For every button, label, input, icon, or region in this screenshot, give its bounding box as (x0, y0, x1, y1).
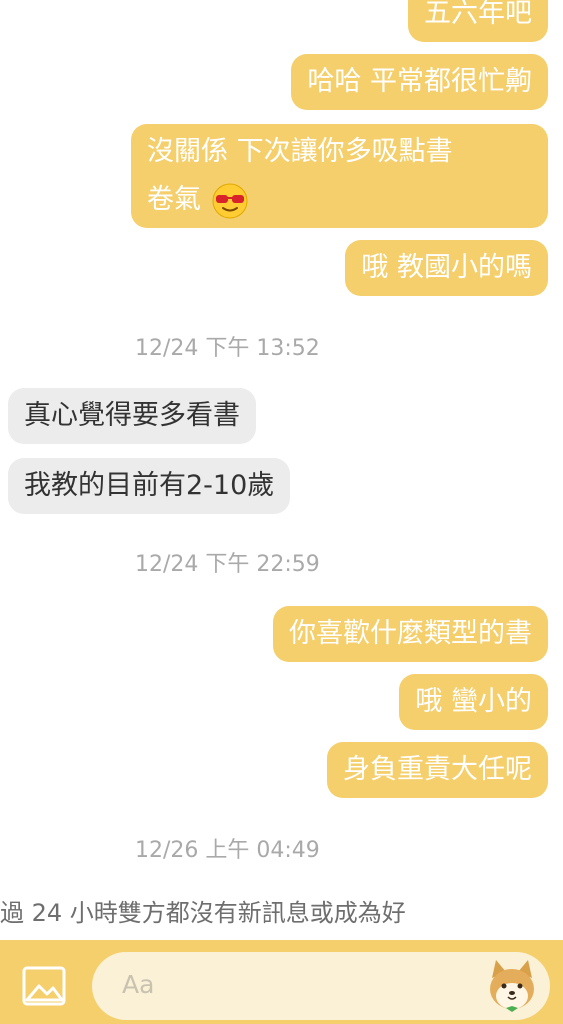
timestamp: 12/24 下午 13:52 (135, 336, 320, 361)
message-input-bar: Aa (0, 940, 563, 1024)
message-text-line: 沒關係 下次讓你多吸點書 (147, 136, 453, 167)
chat-area[interactable]: 五六年吧 哈哈 平常都很忙齁 沒關係 下次讓你多吸點書 卷氣 哦 教國小的嗎 1… (0, 0, 563, 940)
message-bubble-incoming[interactable]: 真心覺得要多看書 (8, 388, 256, 444)
timestamp: 12/24 下午 22:59 (135, 552, 320, 577)
message-input[interactable]: Aa (92, 952, 550, 1020)
message-bubble-incoming[interactable]: 我教的目前有2-10歲 (8, 458, 291, 514)
message-bubble-outgoing[interactable]: 你喜歡什麼類型的書 (273, 606, 548, 662)
message-input-placeholder: Aa (122, 970, 155, 999)
message-text: 卷氣 (147, 184, 201, 215)
message-text: 我教的目前有2-10歲 (24, 470, 275, 501)
message-bubble-outgoing[interactable]: 哦 蠻小的 (399, 674, 548, 730)
message-text-line-2: 卷氣 (147, 176, 532, 224)
message-text: 你喜歡什麼類型的書 (289, 618, 532, 649)
message-text: 哦 蠻小的 (415, 686, 532, 717)
inactivity-notice: 過 24 小時雙方都沒有新訊息或成為好 (0, 899, 406, 927)
message-bubble-outgoing[interactable]: 哈哈 平常都很忙齁 (291, 54, 548, 110)
timestamp: 12/26 上午 04:49 (135, 838, 320, 863)
message-bubble-outgoing[interactable]: 身負重責大任呢 (327, 742, 548, 798)
message-text: 五六年吧 (424, 0, 532, 29)
message-text: 哈哈 平常都很忙齁 (307, 66, 532, 97)
shiba-sticker-icon[interactable] (482, 956, 542, 1016)
message-bubble-outgoing[interactable]: 沒關係 下次讓你多吸點書 卷氣 (131, 124, 548, 228)
message-text: 哦 教國小的嗎 (361, 252, 532, 283)
image-icon[interactable] (22, 966, 66, 1006)
message-text: 身負重責大任呢 (343, 754, 532, 785)
sunglasses-emoji-icon (212, 183, 248, 218)
message-bubble-outgoing[interactable]: 哦 教國小的嗎 (345, 240, 548, 296)
message-text: 真心覺得要多看書 (24, 400, 240, 431)
message-bubble-outgoing[interactable]: 五六年吧 (408, 0, 548, 42)
